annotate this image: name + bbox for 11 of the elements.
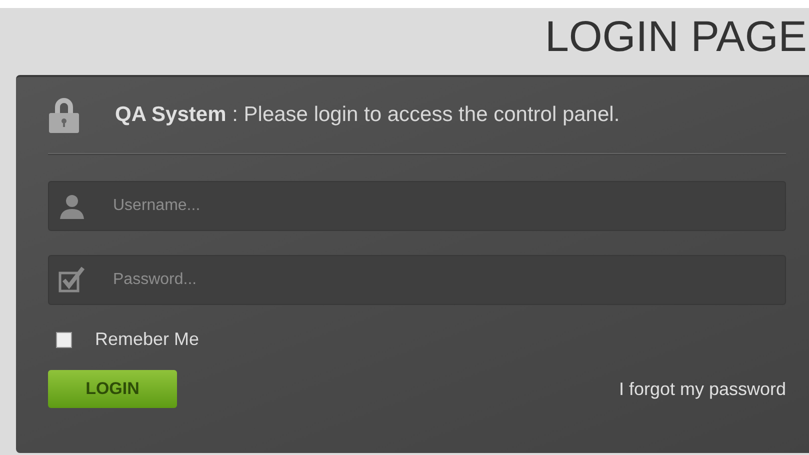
input-field[interactable]: Password... [48,255,786,305]
login-button[interactable]: LOGIN [48,370,177,408]
remember-label: Remeber Me [95,329,200,350]
input-field[interactable]: Username... [48,181,786,231]
page-title: LOGIN PAGE [544,16,808,63]
checkbox-tick-icon [58,266,86,294]
padlock-icon [48,97,80,133]
remember-checkbox[interactable] [56,332,72,348]
forgot-password-link[interactable]: I forgot my password [618,378,786,400]
user-icon [58,192,86,220]
login-message: QA System : Please login to access the control panel. [115,103,620,127]
